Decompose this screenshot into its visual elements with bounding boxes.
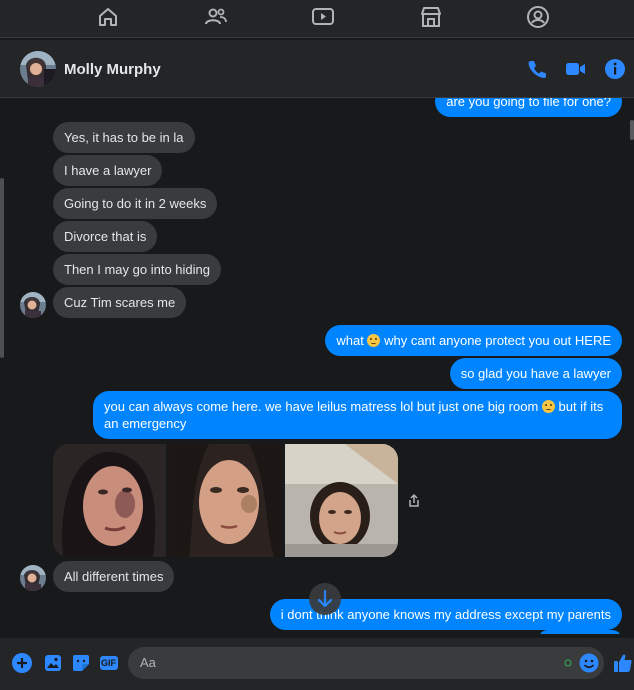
scroll-to-bottom-button[interactable] <box>309 583 341 615</box>
emoji-icon[interactable] <box>578 652 600 674</box>
photo-attachment[interactable] <box>53 444 166 557</box>
message-text: you can always come here. we have leilus… <box>104 399 542 414</box>
message-text: what <box>336 333 368 348</box>
message-outgoing[interactable]: so glad you have a lawyer <box>449 358 622 389</box>
video-icon[interactable] <box>310 4 336 30</box>
message-incoming[interactable]: Going to do it in 2 weeks <box>53 188 218 219</box>
video-call-icon[interactable] <box>564 58 586 80</box>
message-incoming[interactable]: Then I may go into hiding <box>53 254 221 285</box>
gif-label: GIF <box>101 658 116 668</box>
top-navigation-bar <box>0 0 634 38</box>
phone-icon[interactable] <box>526 58 548 80</box>
sad-face-emoji-icon <box>541 400 555 413</box>
message-incoming[interactable]: I have a lawyer <box>53 155 163 186</box>
photo-attachment[interactable] <box>285 444 398 557</box>
share-icon[interactable] <box>406 493 422 509</box>
scrollbar[interactable] <box>0 178 4 358</box>
like-icon[interactable] <box>612 652 634 674</box>
message-incoming[interactable]: All different times <box>53 561 175 592</box>
message-composer: GIF Aa <box>0 638 634 690</box>
avatar[interactable] <box>20 51 56 87</box>
photo-attachment[interactable] <box>169 444 282 557</box>
avatar[interactable] <box>20 565 46 591</box>
avatar[interactable] <box>20 292 46 318</box>
message-incoming[interactable]: Divorce that is <box>53 221 158 252</box>
message-outgoing[interactable]: are you going to file for one? <box>435 98 622 117</box>
chat-header: Molly Murphy <box>0 40 634 98</box>
marketplace-icon[interactable] <box>418 4 444 30</box>
scrollbar[interactable] <box>630 120 634 140</box>
message-input[interactable]: Aa <box>128 647 604 679</box>
info-icon[interactable] <box>604 58 626 80</box>
message-text: why cant anyone protect you out HERE <box>380 333 611 348</box>
message-outgoing[interactable]: you can always come here. we have leilus… <box>93 391 622 439</box>
add-icon[interactable] <box>11 652 33 674</box>
home-icon[interactable] <box>95 4 121 30</box>
message-incoming[interactable]: Cuz Tim scares me <box>53 287 187 318</box>
message-input-placeholder: Aa <box>140 655 156 670</box>
photo-attachments[interactable] <box>53 444 398 557</box>
gif-icon[interactable]: GIF <box>98 652 120 674</box>
message-thread[interactable]: are you going to file for one? Yes, it h… <box>0 98 634 634</box>
people-icon[interactable] <box>203 4 229 30</box>
message-incoming[interactable]: Yes, it has to be in la <box>53 122 195 153</box>
message-outgoing[interactable] <box>538 630 622 634</box>
groups-icon[interactable] <box>525 4 551 30</box>
status-dot-icon <box>564 659 572 667</box>
photo-icon[interactable] <box>42 652 64 674</box>
sad-face-emoji-icon <box>367 334 381 347</box>
message-outgoing[interactable]: what why cant anyone protect you out HER… <box>325 325 622 356</box>
contact-name[interactable]: Molly Murphy <box>64 61 161 78</box>
sticker-icon[interactable] <box>70 652 92 674</box>
